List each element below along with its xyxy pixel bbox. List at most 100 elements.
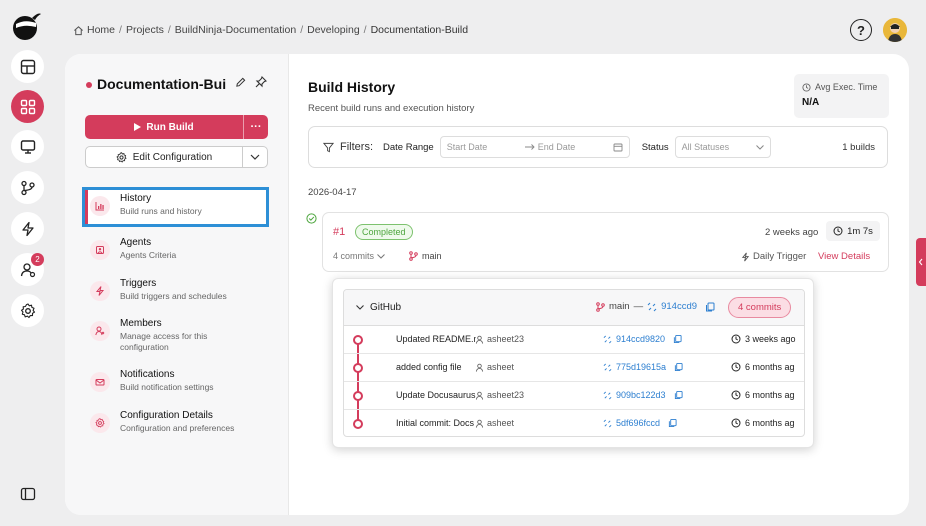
copy-icon[interactable] bbox=[668, 418, 677, 428]
user-icon bbox=[475, 363, 484, 372]
status-select-value: All Statuses bbox=[681, 142, 730, 152]
home-icon[interactable] bbox=[73, 25, 84, 36]
rail-dashboard-icon[interactable] bbox=[11, 50, 44, 83]
commit-sha[interactable]: 5df696fccd bbox=[603, 418, 677, 428]
breadcrumb-project[interactable]: BuildNinja-Documentation bbox=[175, 24, 296, 36]
sidebar-toggle-icon[interactable] bbox=[11, 481, 44, 507]
commit-author-name: asheet bbox=[487, 362, 515, 372]
breadcrumb: Home / Projects / BuildNinja-Documentati… bbox=[73, 24, 468, 36]
bolt-icon bbox=[741, 252, 750, 261]
commits-toggle[interactable]: 4 commits bbox=[333, 251, 385, 261]
run-build-label: Run Build bbox=[146, 121, 194, 133]
nav-item-subtitle: Build runs and history bbox=[120, 206, 202, 216]
edit-configuration-main[interactable]: Edit Configuration bbox=[86, 147, 243, 167]
clock-icon bbox=[802, 82, 811, 92]
rail-settings-gear-icon[interactable] bbox=[11, 294, 44, 327]
filters-bar: Filters: Date Range Start Date End Date … bbox=[308, 126, 888, 168]
nav-item-agents[interactable]: Agents Agents Criteria bbox=[82, 232, 269, 272]
commit-sha-value[interactable]: 775d19615a bbox=[616, 362, 666, 372]
project-title: Documentation-Build bbox=[97, 76, 227, 92]
end-date-input[interactable]: End Date bbox=[538, 142, 576, 152]
commit-author-name: asheet23 bbox=[487, 334, 525, 344]
calendar-icon[interactable] bbox=[613, 142, 623, 152]
commit-row[interactable]: Initial commit: Docs asheet 5df696fccd 6… bbox=[344, 410, 804, 436]
filters-label: Filters: bbox=[340, 141, 373, 153]
popup-branch: main — 914ccd9 bbox=[596, 301, 715, 312]
chevron-down-icon[interactable] bbox=[356, 305, 364, 310]
commit-author: asheet23 bbox=[475, 390, 524, 400]
build-card[interactable]: #1 Completed 2 weeks ago 1m 7s 4 commits… bbox=[322, 212, 889, 272]
nav-item-history[interactable]: History Build runs and history bbox=[82, 187, 269, 227]
provider-name: GitHub bbox=[370, 302, 402, 313]
commit-sha[interactable]: 909bc122d3 bbox=[603, 390, 683, 400]
commit-sha-value[interactable]: 909bc122d3 bbox=[616, 390, 666, 400]
build-number[interactable]: #1 bbox=[333, 226, 345, 238]
edit-configuration-button[interactable]: Edit Configuration bbox=[85, 146, 268, 168]
page-subtitle: Recent build runs and execution history bbox=[308, 103, 475, 114]
nav-item-notifications[interactable]: Notifications Build notification setting… bbox=[82, 364, 269, 404]
nav-item-title: Triggers bbox=[120, 278, 157, 289]
copy-icon[interactable] bbox=[673, 334, 682, 344]
help-icon[interactable]: ? bbox=[850, 19, 872, 41]
nav-item-members[interactable]: Members Manage access for this configura… bbox=[82, 313, 269, 359]
chevron-down-icon bbox=[755, 144, 764, 150]
arrow-right-icon bbox=[524, 144, 535, 150]
clock-icon bbox=[731, 362, 741, 372]
nav-item-triggers[interactable]: Triggers Build triggers and schedules bbox=[82, 273, 269, 313]
copy-icon[interactable] bbox=[674, 362, 683, 372]
breadcrumb-home[interactable]: Home bbox=[87, 24, 115, 36]
commits-toggle-label: 4 commits bbox=[333, 251, 375, 261]
start-date-input[interactable]: Start Date bbox=[447, 142, 488, 152]
popup-head-sha[interactable]: 914ccd9 bbox=[661, 301, 697, 312]
commit-message: added config file bbox=[396, 362, 462, 372]
commit-sha-value[interactable]: 914ccd9820 bbox=[616, 334, 665, 344]
view-details-link[interactable]: View Details bbox=[818, 251, 870, 262]
run-build-button[interactable]: Run Build ··· bbox=[85, 115, 268, 139]
run-build-more-button[interactable]: ··· bbox=[244, 121, 268, 133]
commits-popup-header[interactable]: GitHub main — 914ccd9 4 commits bbox=[344, 290, 804, 326]
icon-rail: 2 bbox=[0, 0, 54, 526]
commit-message: Update Docusaurus bbox=[396, 390, 476, 400]
commit-sha-value[interactable]: 5df696fccd bbox=[616, 418, 660, 428]
breadcrumb-projects[interactable]: Projects bbox=[126, 24, 164, 36]
date-range-picker[interactable]: Start Date End Date bbox=[439, 136, 630, 158]
clock-icon bbox=[731, 390, 741, 400]
commit-time-value: 6 months ag bbox=[745, 390, 795, 400]
commit-icon bbox=[647, 302, 657, 311]
side-drawer-tab[interactable] bbox=[916, 238, 926, 286]
nav-item-title: Members bbox=[120, 318, 162, 329]
commit-row[interactable]: added config file asheet 775d19615a 6 mo… bbox=[344, 354, 804, 382]
gear-icon bbox=[116, 151, 127, 163]
commit-sha[interactable]: 775d19615a bbox=[603, 362, 683, 372]
pin-icon[interactable] bbox=[255, 76, 267, 88]
branch-icon bbox=[596, 301, 605, 312]
commit-time-value: 3 weeks ago bbox=[745, 334, 796, 344]
ninja-logo-icon[interactable] bbox=[10, 10, 42, 42]
rail-notification-badge: 2 bbox=[31, 253, 44, 266]
commit-sha[interactable]: 914ccd9820 bbox=[603, 334, 682, 344]
nav-item-configuration-details[interactable]: Configuration Details Configuration and … bbox=[82, 405, 269, 445]
build-branch: main bbox=[409, 251, 442, 261]
status-select[interactable]: All Statuses bbox=[674, 136, 771, 158]
run-build-main[interactable]: Run Build bbox=[85, 115, 244, 139]
nav-item-subtitle: Manage access for this configuration bbox=[120, 331, 208, 352]
rail-monitor-icon[interactable] bbox=[11, 130, 44, 163]
nav-item-title: History bbox=[120, 193, 152, 204]
popup-branch-name: main bbox=[609, 301, 630, 312]
copy-icon[interactable] bbox=[705, 302, 715, 312]
copy-icon[interactable] bbox=[674, 390, 683, 400]
commit-row[interactable]: Update Docusaurus asheet23 909bc122d3 6 … bbox=[344, 382, 804, 410]
status-label: Status bbox=[641, 141, 669, 153]
popup-dash: — bbox=[633, 301, 644, 312]
user-avatar[interactable] bbox=[883, 18, 907, 42]
rail-bolt-icon[interactable] bbox=[11, 212, 44, 245]
commit-icon bbox=[603, 391, 612, 399]
rail-git-icon[interactable] bbox=[11, 171, 44, 204]
edit-pencil-icon[interactable] bbox=[235, 77, 246, 88]
build-duration-value: 1m 7s bbox=[847, 225, 873, 237]
build-trigger-name: Daily Trigger bbox=[753, 251, 807, 262]
breadcrumb-environment[interactable]: Developing bbox=[307, 24, 360, 36]
chevron-down-icon[interactable] bbox=[243, 154, 267, 160]
rail-projects-icon[interactable] bbox=[11, 90, 44, 123]
commit-row[interactable]: Updated README.md asheet23 914ccd9820 3 … bbox=[344, 326, 804, 354]
